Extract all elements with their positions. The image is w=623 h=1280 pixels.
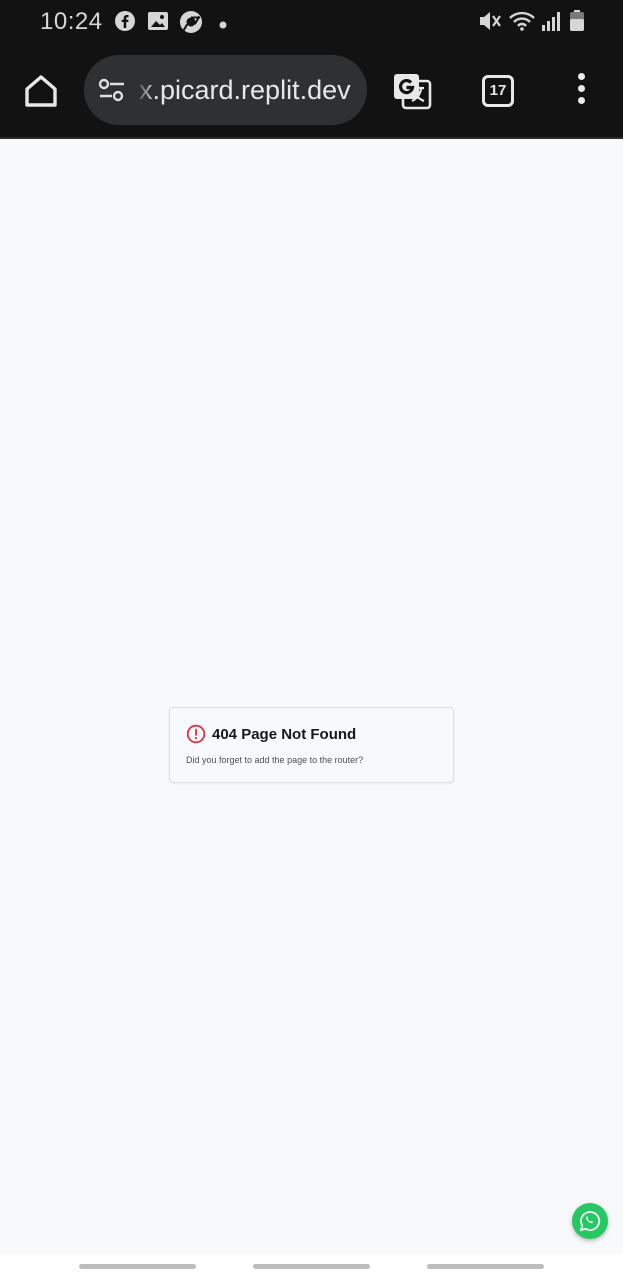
url-fade	[134, 55, 156, 125]
wifi-icon	[508, 10, 536, 37]
status-time: 10:24	[40, 8, 103, 35]
home-button[interactable]	[22, 72, 60, 110]
whatsapp-icon	[579, 1211, 601, 1232]
error-description: Did you forget to add the page to the ro…	[186, 755, 364, 765]
tab-switcher-button[interactable]: 17	[482, 75, 514, 107]
home-icon	[25, 75, 57, 107]
battery-icon	[569, 10, 585, 37]
site-settings-icon	[98, 78, 124, 102]
error-title-row: 404 Page Not Found	[186, 724, 356, 744]
url-text: x.picard.replit.dev	[139, 75, 351, 105]
translate-button[interactable]	[392, 72, 432, 110]
nav-recents-handle[interactable]	[79, 1264, 196, 1269]
more-vert-icon	[577, 73, 585, 80]
translate-icon	[394, 74, 432, 110]
nav-home-handle[interactable]	[253, 1264, 370, 1269]
site-settings-button[interactable]	[98, 77, 126, 103]
dot-icon	[219, 16, 227, 34]
error-card: 404 Page Not Found Did you forget to add…	[169, 707, 454, 783]
nav-back-handle[interactable]	[427, 1264, 544, 1269]
browser-toolbar: x.picard.replit.dev 17	[0, 44, 623, 139]
error-title: 404 Page Not Found	[212, 725, 357, 743]
web-content: 404 Page Not Found Did you forget to add…	[0, 141, 623, 1254]
chrome-badge-icon	[179, 10, 203, 39]
signal-icon	[541, 10, 563, 37]
gallery-icon	[147, 10, 169, 37]
more-menu-button[interactable]	[574, 73, 588, 109]
address-bar[interactable]: x.picard.replit.dev	[84, 55, 367, 125]
alert-circle-icon	[186, 724, 206, 744]
whatsapp-button[interactable]	[572, 1203, 608, 1239]
system-nav-bar	[0, 1254, 623, 1280]
status-bar: 10:24	[0, 0, 623, 44]
mute-icon	[478, 10, 502, 37]
facebook-icon	[114, 10, 136, 37]
